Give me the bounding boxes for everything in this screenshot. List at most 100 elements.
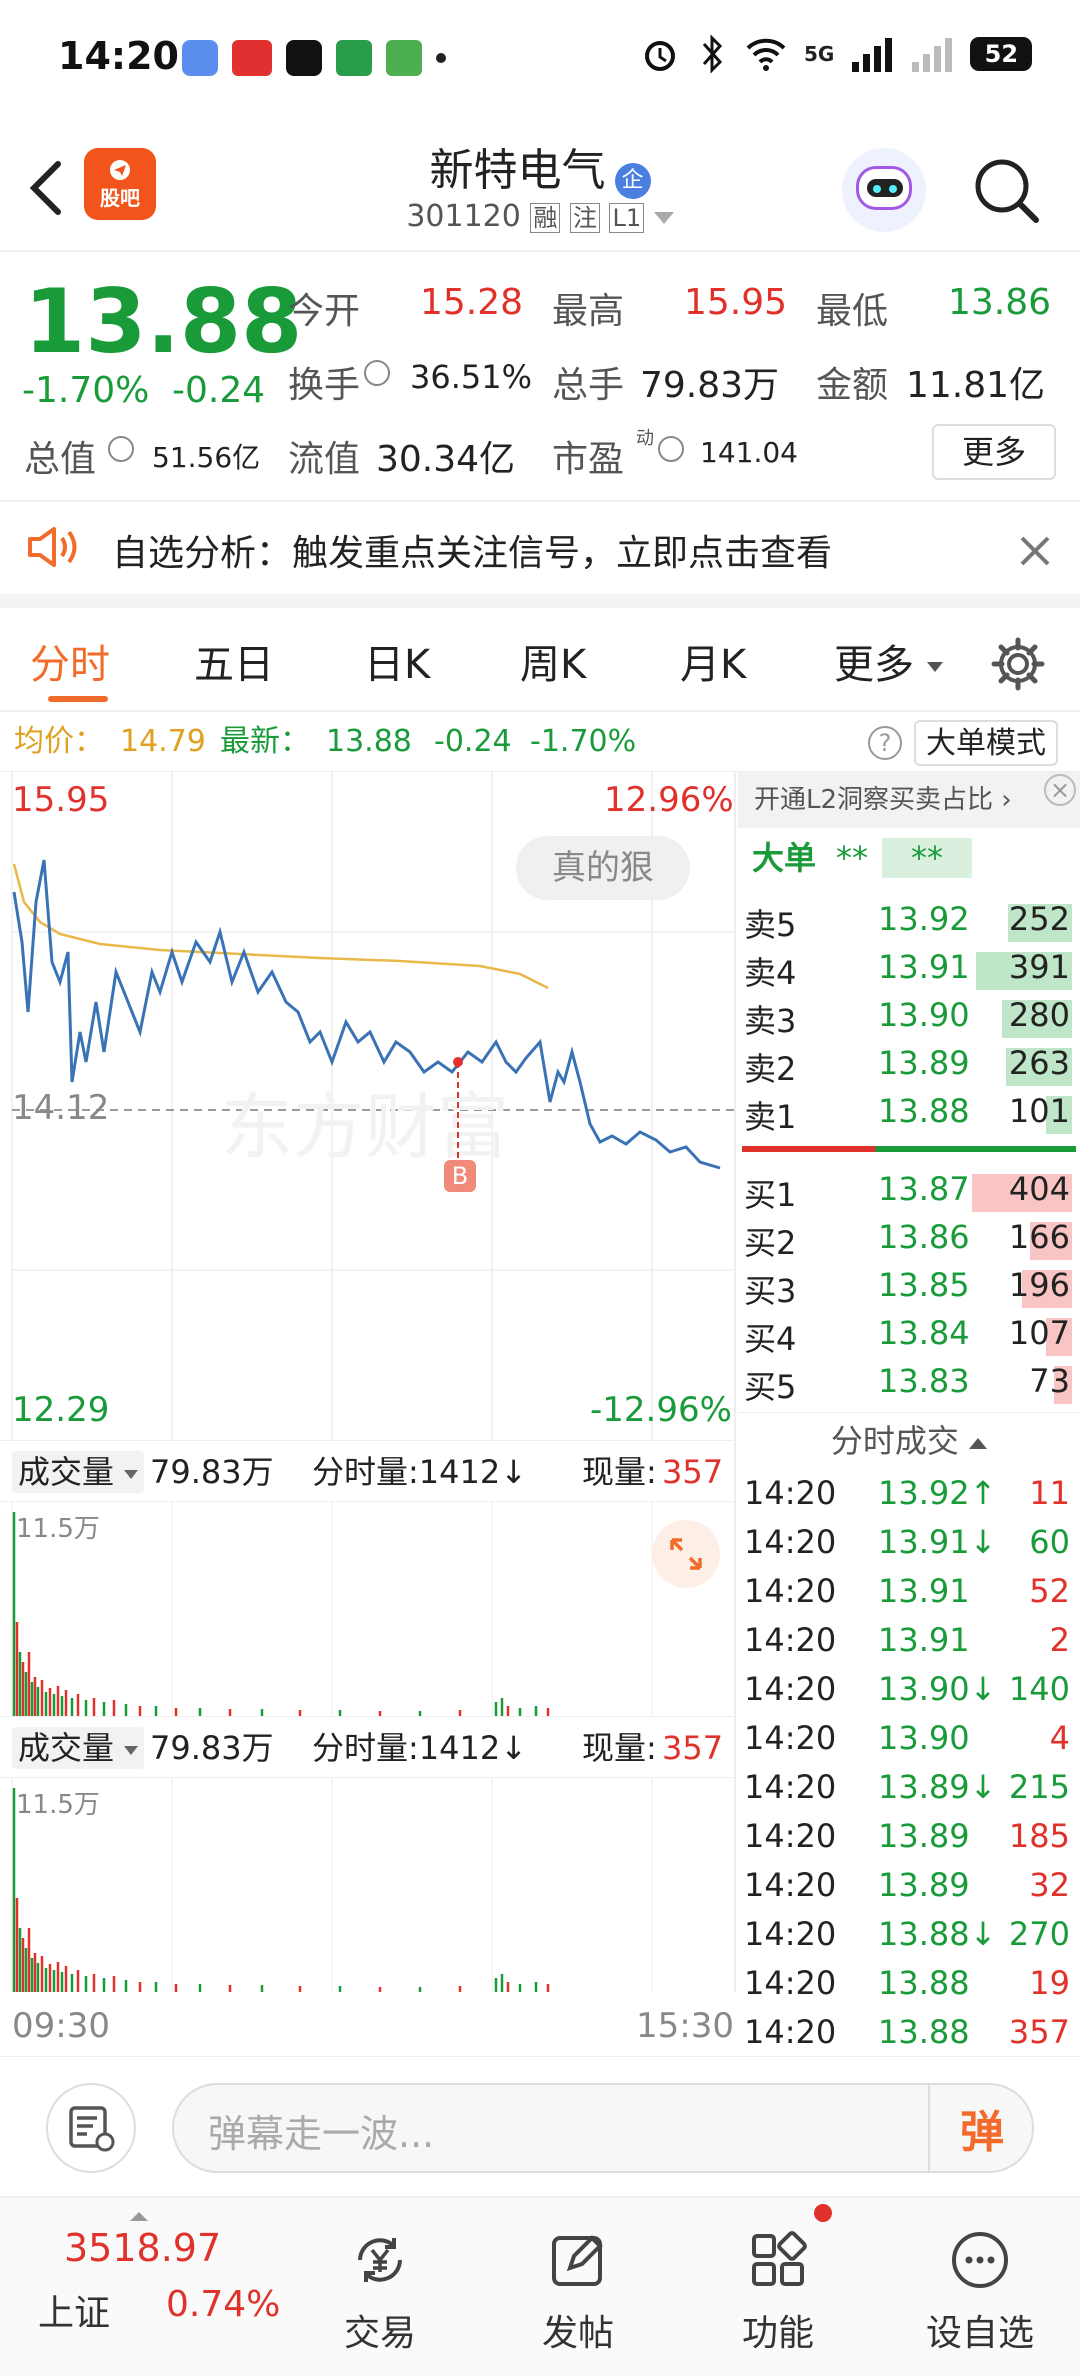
volume-header: 成交量 79.83万 分时量:1412↓ 现量: 357: [0, 1716, 736, 1778]
buy-row-4[interactable]: 买4 13.84 107: [740, 1314, 1076, 1360]
more-button[interactable]: 更多: [932, 424, 1056, 480]
tick-volume: 分时量:1412↓: [312, 1729, 528, 1767]
volume-total: 79.83万: [150, 1729, 274, 1767]
sell-row-1[interactable]: 卖1 13.88 101: [740, 1092, 1076, 1138]
tab-daily-k[interactable]: 日K: [364, 632, 430, 690]
more-dots-circle-icon: [952, 2232, 1008, 2288]
close-icon[interactable]: [1018, 534, 1052, 568]
time-start-label: 09:30: [12, 2006, 110, 2046]
close-icon[interactable]: ×: [1044, 774, 1076, 806]
nav-add-watchlist[interactable]: 设自选: [910, 2198, 1050, 2378]
speaker-icon: [28, 527, 77, 567]
watermark: 东方财富: [221, 1088, 509, 1168]
sell-price: 13.90: [878, 996, 970, 1034]
pe-label: 市盈: [552, 439, 625, 480]
volume-panel-1: 成交量 79.83万 分时量:1412↓ 现量: 357 11.5万: [0, 1440, 736, 1716]
index-value: 3518.97: [64, 2226, 222, 2270]
system-status-icons: 5G 52: [640, 34, 1033, 74]
enterprise-badge: 企: [614, 162, 651, 199]
tab-five-day[interactable]: 五日: [194, 632, 274, 690]
sell-label: 卖1: [744, 1098, 797, 1136]
info-circle-icon[interactable]: [364, 360, 390, 386]
tick-row: 14:20 13.90 4: [740, 1719, 1076, 1767]
tick-row: 14:20 13.88 19: [740, 1964, 1076, 2012]
tick-time: 14:20: [744, 1719, 837, 1757]
float-label: 流值: [288, 439, 361, 480]
robot-avatar-button[interactable]: [842, 148, 926, 232]
now-volume-value: 357: [662, 1453, 724, 1491]
alarm-icon: [645, 41, 675, 71]
sell-row-5[interactable]: 卖5 13.92 252: [740, 900, 1076, 946]
volume-total: 79.83万: [150, 1453, 274, 1491]
buy-label: 买4: [744, 1320, 797, 1358]
notes-button[interactable]: [46, 2083, 136, 2173]
gear-icon[interactable]: [990, 636, 1046, 692]
analysis-notice[interactable]: 自选分析：触发重点关注信号，立即点击查看: [0, 502, 1080, 608]
search-icon[interactable]: [970, 154, 1044, 228]
tab-monthly-k[interactable]: 月K: [680, 632, 746, 690]
tick-time: 14:20: [744, 1670, 837, 1708]
sell-vol: 280: [1008, 996, 1070, 1034]
buy-price: 13.83: [878, 1362, 970, 1400]
nav-functions[interactable]: 功能: [718, 2198, 838, 2378]
tab-weekly-k[interactable]: 周K: [520, 632, 586, 690]
tick-volume: 357: [1008, 2013, 1070, 2051]
buy-row-5[interactable]: 买5 13.83 73: [740, 1362, 1076, 1408]
buy-label: 买3: [744, 1272, 797, 1310]
edit-icon: [552, 2235, 603, 2286]
l2-promo[interactable]: 开通L2洞察买卖占比 ›: [738, 772, 1080, 828]
nav-trade[interactable]: 交易: [320, 2198, 440, 2378]
chevron-down-icon: [653, 211, 674, 224]
info-circle-icon[interactable]: [658, 436, 684, 462]
danmu-input-placeholder: 弹幕走一波...: [208, 2112, 435, 2156]
tick-price: 13.88: [878, 1964, 970, 2002]
buy-vol: 404: [1008, 1170, 1070, 1208]
danmu-button[interactable]: 弹: [930, 2085, 1034, 2171]
index-ticker[interactable]: 3518.97 上证 0.74%: [0, 2198, 300, 2378]
nav-post[interactable]: 发帖: [518, 2198, 638, 2378]
status-time: 14:20: [58, 34, 179, 78]
caret-up-icon: [969, 1437, 988, 1449]
comment-bubble[interactable]: 真的狠: [516, 836, 690, 900]
notification-icons: [182, 40, 446, 76]
tick-volume: 分时量:1412↓: [312, 1453, 528, 1491]
buy-row-1[interactable]: 买1 13.87 404: [740, 1170, 1076, 1216]
tick-volume: 4: [1049, 1719, 1070, 1757]
high-label: 最高: [552, 291, 625, 332]
sell-row-2[interactable]: 卖2 13.89 263: [740, 1044, 1076, 1090]
notification-dot: [814, 2204, 832, 2222]
tick-row: 14:20 13.89↓ 215: [740, 1768, 1076, 1816]
buy-row-2[interactable]: 买2 13.86 166: [740, 1218, 1076, 1264]
help-icon[interactable]: ?: [868, 726, 902, 760]
sell-row-4[interactable]: 卖4 13.91 391: [740, 948, 1076, 994]
volume-dropdown[interactable]: 成交量: [12, 1451, 145, 1493]
tick-row: 14:20 13.91 2: [740, 1621, 1076, 1669]
tab-more[interactable]: 更多: [834, 632, 943, 690]
buy-marker[interactable]: B: [444, 1160, 476, 1192]
tick-volume: 2: [1049, 1621, 1070, 1659]
intraday-chart[interactable]: 东方财富 15.95 12.96% 12.29 -12.96% 14.12 真的…: [0, 772, 736, 1440]
sell-vol: 101: [1008, 1092, 1070, 1130]
tick-price: 13.92↑: [878, 1474, 997, 1512]
sell-price: 13.92: [878, 900, 970, 938]
tick-volume: 52: [1029, 1572, 1070, 1610]
buy-vol: 196: [1008, 1266, 1070, 1304]
tick-time: 14:20: [744, 2013, 837, 2051]
big-order-mode-button[interactable]: 大单模式: [914, 720, 1058, 766]
volume-dropdown[interactable]: 成交量: [12, 1727, 145, 1769]
danmu-input[interactable]: 弹幕走一波... 弹: [172, 2083, 1034, 2173]
big-order-label: 大单: [752, 839, 817, 877]
caret-up-icon: [130, 2212, 148, 2221]
buy-row-3[interactable]: 买3 13.85 196: [740, 1266, 1076, 1312]
latest-label: 最新：: [220, 724, 310, 759]
buy-vol: 107: [1008, 1314, 1070, 1352]
high-value: 15.95: [684, 282, 788, 323]
chevron-right-icon: ›: [993, 785, 1012, 815]
turnover-value: 36.51%: [410, 358, 533, 396]
change-pct: -1.70%: [22, 370, 150, 411]
bid-ask-ratio-bar: [742, 1146, 1076, 1152]
sell-row-3[interactable]: 卖3 13.90 280: [740, 996, 1076, 1042]
tab-intraday[interactable]: 分时: [30, 632, 110, 690]
ticks-header[interactable]: 分时成交: [738, 1412, 1080, 1468]
info-circle-icon[interactable]: [108, 436, 134, 462]
